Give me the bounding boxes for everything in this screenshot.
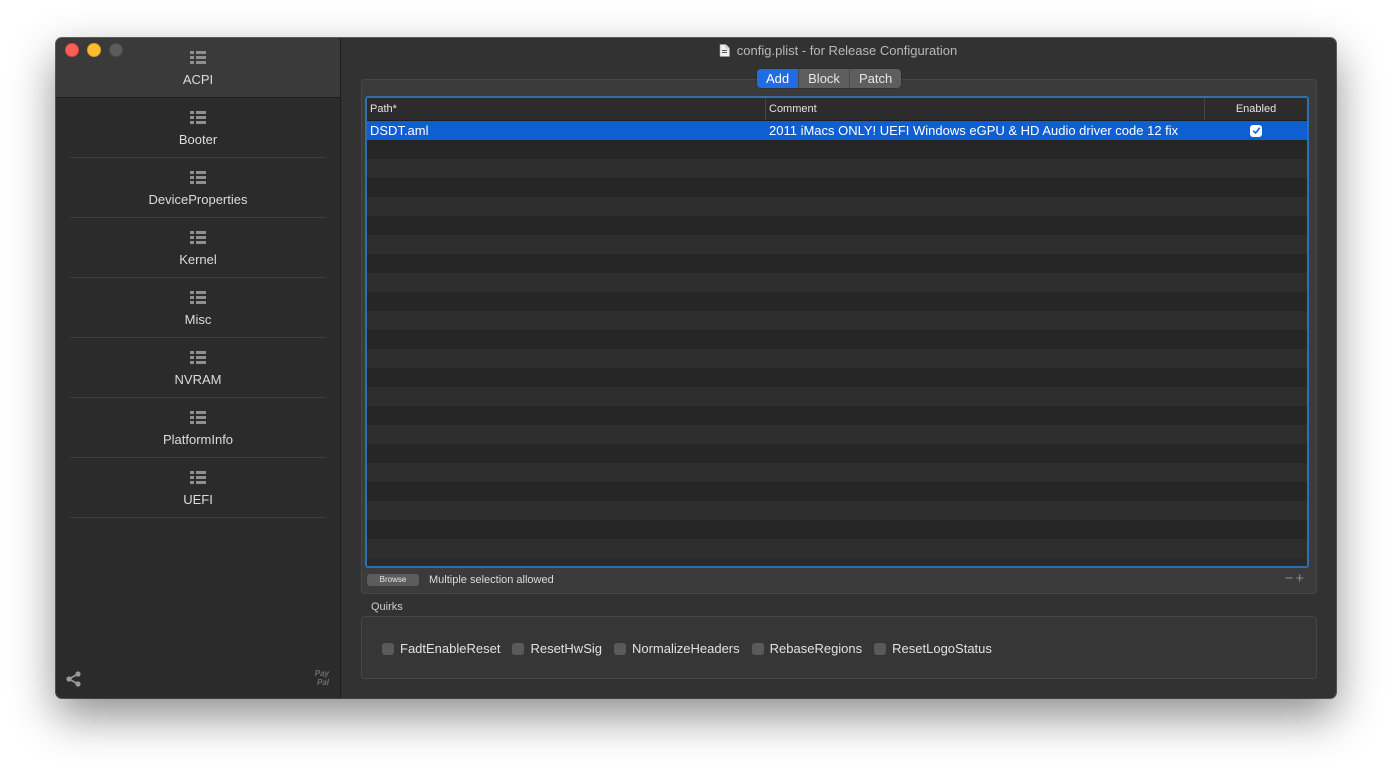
quirk-rebaseregions[interactable]: RebaseRegions <box>751 641 863 656</box>
tab-bar: Add Block Patch <box>757 69 902 88</box>
table-row[interactable] <box>367 463 1307 482</box>
table-row[interactable] <box>367 520 1307 539</box>
table-row[interactable] <box>367 292 1307 311</box>
sidebar-item-label: NVRAM <box>174 372 222 387</box>
list-icon <box>190 111 206 124</box>
table-row[interactable] <box>367 425 1307 444</box>
list-icon <box>190 231 206 244</box>
list-icon <box>190 291 206 304</box>
column-header-comment[interactable]: Comment <box>766 98 1205 120</box>
zoom-window-button[interactable] <box>109 43 123 57</box>
row-controls: −+ <box>1284 570 1306 588</box>
quirk-checkbox[interactable] <box>751 642 764 655</box>
sidebar-item-booter[interactable]: Booter <box>56 98 340 158</box>
table-row[interactable] <box>367 273 1307 292</box>
table-row[interactable] <box>367 387 1307 406</box>
checkmark-icon <box>1252 127 1260 135</box>
list-icon <box>190 471 206 484</box>
divider <box>70 517 326 518</box>
sidebar-item-deviceproperties[interactable]: DeviceProperties <box>56 158 340 218</box>
table-row[interactable] <box>367 254 1307 273</box>
tab-patch[interactable]: Patch <box>850 69 901 88</box>
table-row[interactable] <box>367 406 1307 425</box>
share-icon[interactable] <box>65 670 83 688</box>
table-row[interactable] <box>367 349 1307 368</box>
enabled-cell <box>1205 121 1307 140</box>
table-row[interactable] <box>367 330 1307 349</box>
table-row[interactable] <box>367 159 1307 178</box>
quirk-normalizeheaders[interactable]: NormalizeHeaders <box>613 641 740 656</box>
comment-cell[interactable]: 2011 iMacs ONLY! UEFI Windows eGPU & HD … <box>766 121 1205 140</box>
quirk-checkbox[interactable] <box>382 642 394 655</box>
paypal-logo-line: Pay <box>314 669 329 678</box>
table-row[interactable] <box>367 216 1307 235</box>
table-row[interactable] <box>367 482 1307 501</box>
table-row[interactable] <box>367 539 1307 558</box>
list-icon <box>190 411 206 424</box>
quirk-checkbox[interactable] <box>512 642 525 655</box>
window-controls <box>65 43 123 57</box>
tab-block[interactable]: Block <box>799 69 850 88</box>
enabled-checkbox[interactable] <box>1250 124 1262 137</box>
table-header: Path* Comment Enabled <box>367 98 1307 121</box>
table-row[interactable] <box>367 140 1307 159</box>
quirk-fadtenablereset[interactable]: FadtEnableReset <box>382 641 500 656</box>
window-title: config.plist - for Release Configuration <box>736 42 958 58</box>
table-row[interactable] <box>367 197 1307 216</box>
close-window-button[interactable] <box>65 43 79 57</box>
sidebar-item-platforminfo[interactable]: PlatformInfo <box>56 398 340 458</box>
add-row-button[interactable]: + <box>1295 570 1306 587</box>
quirk-resetlogostatus[interactable]: ResetLogoStatus <box>874 641 992 656</box>
table-row[interactable] <box>367 178 1307 197</box>
sidebar-item-kernel[interactable]: Kernel <box>56 218 340 278</box>
quirks-list: FadtEnableReset ResetHwSig NormalizeHead… <box>382 641 992 656</box>
quirk-label: ResetHwSig <box>530 641 602 656</box>
quirk-label: FadtEnableReset <box>400 641 501 656</box>
sidebar-item-label: DeviceProperties <box>148 192 248 207</box>
table-row[interactable] <box>367 501 1307 520</box>
sidebar-item-label: Kernel <box>179 252 217 267</box>
sidebar-item-nvram[interactable]: NVRAM <box>56 338 340 398</box>
paypal-logo[interactable]: Pay Pal <box>315 669 329 687</box>
list-icon <box>190 171 206 184</box>
table-row[interactable] <box>367 444 1307 463</box>
title-bar: config.plist - for Release Configuration <box>340 38 1336 62</box>
sidebar-item-label: ACPI <box>182 72 214 87</box>
quirk-resethwsig[interactable]: ResetHwSig <box>512 641 602 656</box>
table-row[interactable] <box>367 235 1307 254</box>
list-icon <box>190 51 206 64</box>
sidebar-item-label: UEFI <box>183 492 213 507</box>
quirk-label: ResetLogoStatus <box>892 641 992 656</box>
table-row[interactable] <box>367 368 1307 387</box>
table-row[interactable] <box>367 311 1307 330</box>
app-window: ACPI Booter DeviceProperties Kernel Misc… <box>56 38 1336 698</box>
paypal-logo-line: Pal <box>316 678 329 687</box>
quirks-panel: FadtEnableReset ResetHwSig NormalizeHead… <box>361 616 1317 679</box>
selection-hint: Multiple selection allowed <box>429 574 554 586</box>
list-icon <box>190 351 206 364</box>
acpi-add-table[interactable]: Path* Comment Enabled DSDT.aml 2011 iMac… <box>365 96 1309 568</box>
browse-button[interactable]: Browse <box>367 574 419 586</box>
minimize-window-button[interactable] <box>87 43 101 57</box>
sidebar-item-label: PlatformInfo <box>162 432 234 447</box>
quirk-checkbox[interactable] <box>613 642 626 655</box>
quirks-title: Quirks <box>371 601 403 613</box>
sidebar-item-misc[interactable]: Misc <box>56 278 340 338</box>
quirk-label: RebaseRegions <box>769 641 863 656</box>
sidebar-item-uefi[interactable]: UEFI <box>56 458 340 518</box>
quirk-checkbox[interactable] <box>874 642 887 655</box>
sidebar-item-label: Misc <box>184 312 212 327</box>
column-header-enabled[interactable]: Enabled <box>1205 98 1307 120</box>
table-footer: Browse Multiple selection allowed −+ <box>366 570 1312 588</box>
tab-add[interactable]: Add <box>757 69 800 88</box>
sidebar: ACPI Booter DeviceProperties Kernel Misc… <box>56 38 341 698</box>
remove-row-button[interactable]: − <box>1284 570 1295 587</box>
table-row[interactable]: DSDT.aml 2011 iMacs ONLY! UEFI Windows e… <box>367 121 1307 140</box>
sidebar-item-label: Booter <box>178 132 218 147</box>
quirk-label: NormalizeHeaders <box>631 641 740 656</box>
document-icon <box>719 43 730 57</box>
column-header-path[interactable]: Path* <box>367 98 766 120</box>
path-cell[interactable]: DSDT.aml <box>367 121 766 140</box>
table-body: DSDT.aml 2011 iMacs ONLY! UEFI Windows e… <box>367 121 1307 558</box>
